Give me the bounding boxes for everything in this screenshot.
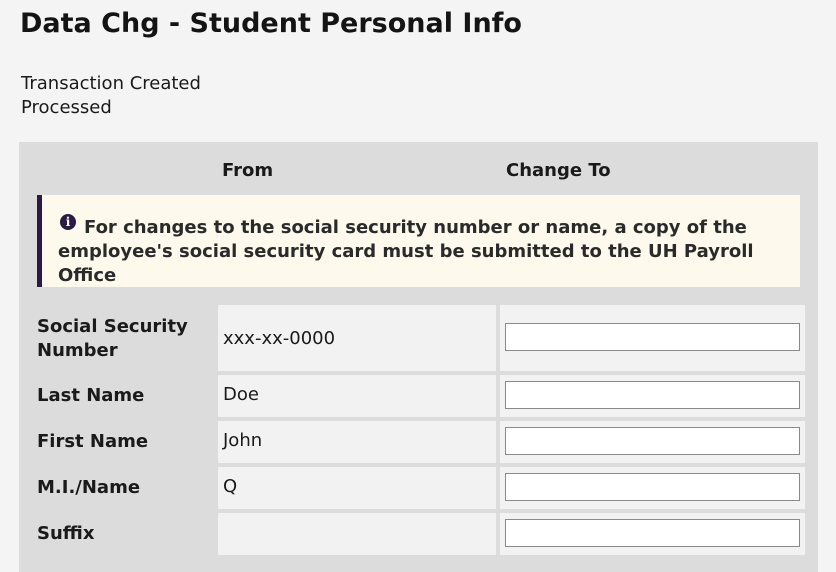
middle-initial-change-input[interactable] [505, 473, 800, 501]
from-column-header: From [222, 160, 274, 181]
suffix-label: Suffix [37, 523, 95, 544]
middle-initial-from-value: Q [223, 476, 238, 497]
suffix-change-input[interactable] [505, 519, 800, 547]
ssn-label: Social Security Number [37, 316, 188, 361]
ssn-change-input[interactable] [505, 323, 800, 351]
ssn-notice: For changes to the social security numbe… [37, 195, 800, 287]
first-name-from-cell: John [218, 421, 496, 463]
ssn-from-cell: xxx-xx-0000 [218, 305, 496, 371]
suffix-to-cell [500, 513, 805, 555]
ssn-from-value: xxx-xx-0000 [223, 328, 336, 349]
middle-initial-to-cell [500, 467, 805, 509]
change-to-column-header: Change To [506, 160, 611, 181]
middle-initial-label: M.I./Name [37, 477, 141, 498]
last-name-change-input[interactable] [505, 381, 800, 409]
row-last-name: Last Name Doe [37, 375, 805, 417]
last-name-from-cell: Doe [218, 375, 496, 417]
first-name-label: First Name [37, 431, 149, 452]
row-suffix: Suffix [37, 513, 805, 555]
notice-text: For changes to the social security numbe… [58, 217, 754, 286]
info-icon: i [60, 214, 76, 230]
transaction-status: Transaction Created Processed [21, 72, 201, 120]
status-line-created: Transaction Created [21, 73, 201, 94]
ssn-to-cell [500, 305, 805, 371]
suffix-from-cell [218, 513, 496, 555]
status-line-processed: Processed [21, 97, 112, 118]
row-middle-initial: M.I./Name Q [37, 467, 805, 509]
last-name-to-cell [500, 375, 805, 417]
first-name-change-input[interactable] [505, 427, 800, 455]
middle-initial-from-cell: Q [218, 467, 496, 509]
first-name-to-cell [500, 421, 805, 463]
row-social-security-number: Social Security Number xxx-xx-0000 [37, 305, 805, 371]
first-name-from-value: John [223, 430, 263, 451]
last-name-from-value: Doe [223, 384, 259, 405]
page-title: Data Chg - Student Personal Info [20, 8, 522, 39]
last-name-label: Last Name [37, 385, 145, 406]
row-first-name: First Name John [37, 421, 805, 463]
